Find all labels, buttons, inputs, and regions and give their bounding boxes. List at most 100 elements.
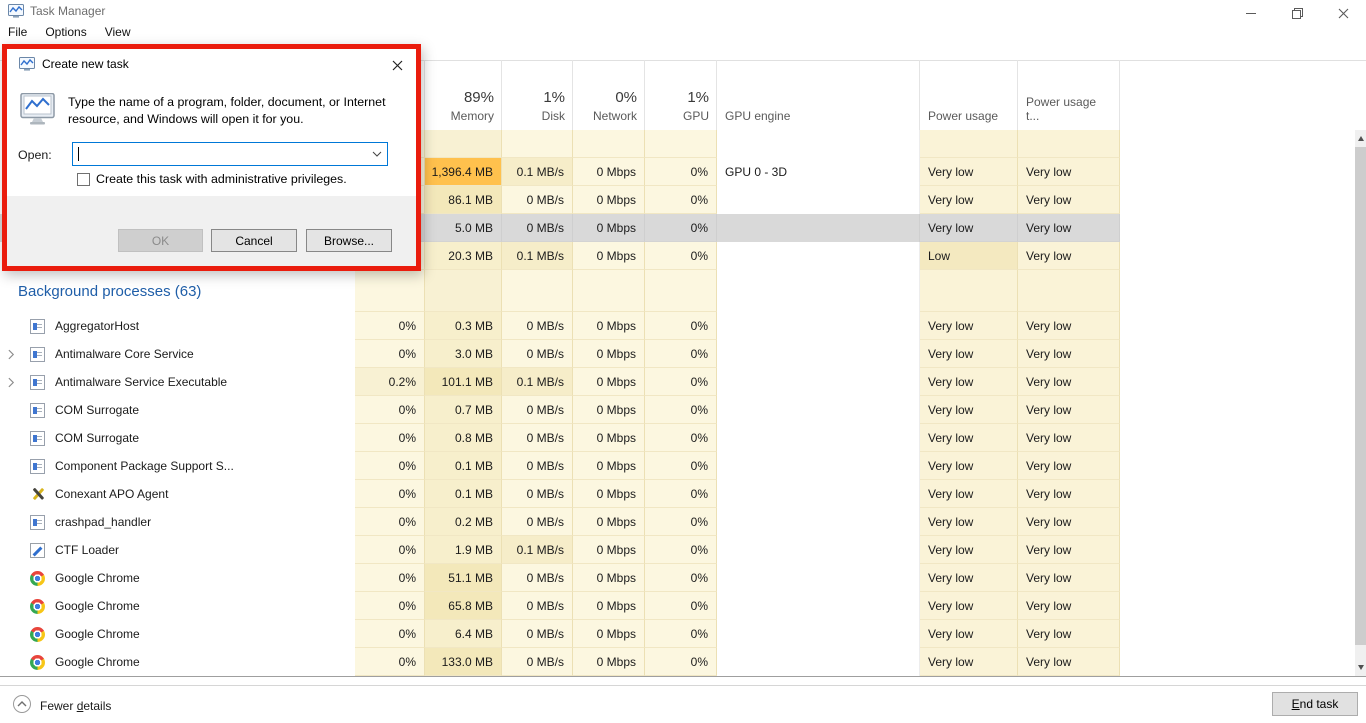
process-row[interactable]: Google Chrome 0% 6.4 MB 0 MB/s 0 Mbps 0%… [0, 620, 1120, 648]
gpu-cell: 0% [645, 214, 717, 242]
application-icon [30, 318, 45, 334]
gpu-cell: 0% [645, 186, 717, 214]
cancel-button[interactable]: Cancel [211, 229, 297, 252]
memory-cell: 6.4 MB [425, 620, 502, 648]
dialog-close-icon[interactable] [383, 53, 411, 77]
process-row[interactable]: crashpad_handler 0% 0.2 MB 0 MB/s 0 Mbps… [0, 508, 1120, 536]
power-usage-trend-cell: Very low [1018, 424, 1120, 452]
menu-file[interactable]: File [8, 25, 36, 39]
power-usage-trend-cell: Very low [1018, 564, 1120, 592]
power-usage-cell: Very low [920, 592, 1018, 620]
process-name: Google Chrome [55, 655, 140, 669]
chrome-icon [30, 626, 45, 642]
column-header-power-usage[interactable]: Power usage [920, 60, 1018, 130]
gpu-cell: 0% [645, 424, 717, 452]
network-cell: 0 Mbps [573, 214, 645, 242]
power-usage-trend-cell: Very low [1018, 648, 1120, 676]
power-usage-cell: Very low [920, 340, 1018, 368]
application-icon [30, 430, 45, 446]
disk-cell: 0 MB/s [502, 592, 573, 620]
scrollbar-down-arrow-icon[interactable] [1355, 659, 1366, 676]
process-row[interactable]: AggregatorHost 0% 0.3 MB 0 MB/s 0 Mbps 0… [0, 312, 1120, 340]
scrollbar-thumb[interactable] [1355, 147, 1366, 645]
expand-chevron-icon[interactable] [8, 377, 26, 388]
disk-cell: 0.1 MB/s [502, 158, 573, 186]
gpu-cell: 0% [645, 396, 717, 424]
ok-button[interactable]: OK [118, 229, 203, 252]
disk-cell: 0 MB/s [502, 620, 573, 648]
chevron-down-icon[interactable] [367, 143, 387, 165]
process-name: Antimalware Core Service [55, 347, 194, 361]
fewer-details-toggle[interactable]: Fewer details [12, 694, 111, 717]
memory-cell: 0.8 MB [425, 424, 502, 452]
power-usage-cell: Very low [920, 424, 1018, 452]
fewer-details-label: Fewer details [40, 698, 112, 713]
scrollbar-up-arrow-icon[interactable] [1355, 130, 1366, 147]
gpu-engine-cell [717, 242, 920, 270]
memory-cell: 133.0 MB [425, 648, 502, 676]
process-row[interactable]: Google Chrome 0% 65.8 MB 0 MB/s 0 Mbps 0… [0, 592, 1120, 620]
task-manager-monitor-icon [20, 92, 58, 129]
process-row[interactable]: Antimalware Core Service 0% 3.0 MB 0 MB/… [0, 340, 1120, 368]
column-header-memory[interactable]: 89% Memory [425, 60, 502, 130]
network-cell: 0 Mbps [573, 424, 645, 452]
column-header-network[interactable]: 0% Network [573, 60, 645, 130]
group-header-row[interactable]: Background processes (63) [0, 270, 1120, 312]
process-row[interactable]: COM Surrogate 0% 0.8 MB 0 MB/s 0 Mbps 0%… [0, 424, 1120, 452]
power-usage-cell: Very low [920, 648, 1018, 676]
memory-cell: 0.2 MB [425, 508, 502, 536]
end-task-button[interactable]: End task [1272, 692, 1358, 716]
admin-privileges-option[interactable]: Create this task with administrative pri… [77, 172, 347, 186]
dialog-footer: OK Cancel Browse... [7, 196, 416, 266]
group-header-background-processes: Background processes (63) [18, 282, 202, 300]
disk-cell: 0 MB/s [502, 396, 573, 424]
expand-chevron-icon[interactable] [8, 349, 26, 360]
process-name: Google Chrome [55, 571, 140, 585]
network-cell: 0 Mbps [573, 158, 645, 186]
network-cell: 0 Mbps [573, 312, 645, 340]
process-row[interactable]: Google Chrome 0% 133.0 MB 0 MB/s 0 Mbps … [0, 648, 1120, 676]
create-new-task-dialog: Create new task Type the name of a progr… [7, 49, 416, 266]
vertical-scrollbar[interactable] [1355, 130, 1366, 676]
disk-cell: 0 MB/s [502, 186, 573, 214]
memory-cell: 20.3 MB [425, 242, 502, 270]
column-header-disk[interactable]: 1% Disk [502, 60, 573, 130]
browse-button[interactable]: Browse... [306, 229, 392, 252]
menu-view[interactable]: View [96, 25, 140, 39]
disk-cell: 0.1 MB/s [502, 242, 573, 270]
process-row[interactable]: Conexant APO Agent 0% 0.1 MB 0 MB/s 0 Mb… [0, 480, 1120, 508]
power-usage-cell: Low [920, 242, 1018, 270]
gpu-cell: 0% [645, 592, 717, 620]
gpu-cell: 0% [645, 508, 717, 536]
network-cell: 0 Mbps [573, 186, 645, 214]
application-icon [30, 374, 45, 390]
open-input[interactable] [73, 143, 367, 165]
table-bottom-border [0, 676, 1366, 677]
process-name: COM Surrogate [55, 403, 140, 417]
disk-cell: 0 MB/s [502, 312, 573, 340]
network-cell: 0 Mbps [573, 242, 645, 270]
footer-bar: Fewer details End task [0, 685, 1366, 723]
power-usage-cell: Very low [920, 536, 1018, 564]
column-header-power-usage-trend[interactable]: Power usage t... [1018, 60, 1120, 130]
power-usage-trend-cell: Very low [1018, 312, 1120, 340]
column-header-gpu-engine[interactable]: GPU engine [717, 60, 920, 130]
admin-privileges-checkbox[interactable] [77, 172, 90, 186]
cpu-cell: 0% [355, 564, 425, 592]
process-row[interactable]: CTF Loader 0% 1.9 MB 0.1 MB/s 0 Mbps 0% … [0, 536, 1120, 564]
column-header-gpu[interactable]: 1% GPU [645, 60, 717, 130]
process-row[interactable]: Google Chrome 0% 51.1 MB 0 MB/s 0 Mbps 0… [0, 564, 1120, 592]
disk-cell: 0.1 MB/s [502, 368, 573, 396]
application-icon [30, 402, 45, 418]
process-row[interactable]: Antimalware Service Executable 0.2% 101.… [0, 368, 1120, 396]
process-row[interactable]: COM Surrogate 0% 0.7 MB 0 MB/s 0 Mbps 0%… [0, 396, 1120, 424]
power-usage-trend-cell: Very low [1018, 620, 1120, 648]
gpu-engine-cell [717, 214, 920, 242]
process-name: AggregatorHost [55, 319, 140, 333]
open-combobox[interactable] [72, 142, 388, 166]
menu-options[interactable]: Options [36, 25, 95, 39]
process-name: Component Package Support S... [55, 459, 234, 473]
process-row[interactable]: Component Package Support S... 0% 0.1 MB… [0, 452, 1120, 480]
power-usage-cell: Very low [920, 564, 1018, 592]
disk-cell: 0 MB/s [502, 340, 573, 368]
